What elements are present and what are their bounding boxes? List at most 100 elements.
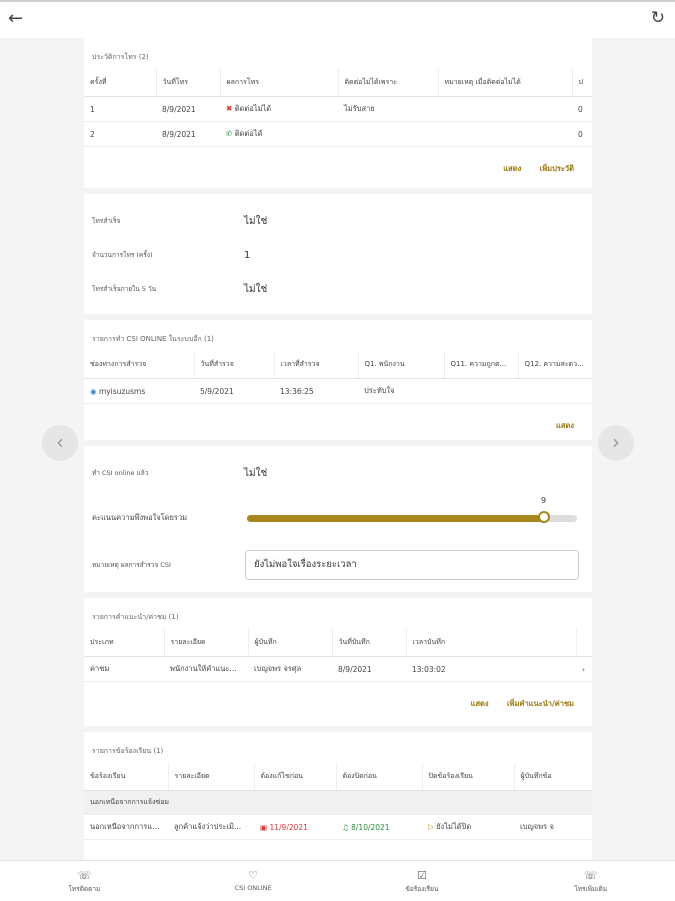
csi-remark-field[interactable]: ยังไม่พอใจเรื่องระยะเวลา [245,550,579,580]
column-header: วันที่สำรวจ [194,351,275,379]
chevron-right-icon[interactable]: › [576,656,592,682]
show-call-history-button[interactable]: แสดง [503,164,521,173]
bell-icon: ♫ [342,822,349,832]
survey-q1: ประทับใจ [358,378,444,404]
column-header: รายละเอียด [164,629,249,657]
prev-page-button[interactable]: ‹ [42,425,78,461]
column-header: เวลาที่สำรวจ [274,351,359,379]
add-advice-button[interactable]: เพิ่มคำแนะนำ/ค่าชม [507,699,574,708]
call-date: 8/9/2021 [156,121,220,147]
field-value: ไม่ใช่ [244,283,268,295]
column-header: หมายเหตุ เมื่อติดต่อไม่ได้ [438,69,573,97]
field-value: 1 [244,249,251,261]
column-header: ป [572,69,592,97]
refresh-icon[interactable]: ↻ [651,8,665,28]
table-row[interactable]: นอกเหนือจากการแจ้... ลูกค้าแจ้งว่าประเมิ… [84,814,592,840]
call-remark [438,96,572,122]
field-label: จำนวนการโทร (ครั้ง) [92,251,153,259]
complaints-table: ข้อร้องเรียน รายละเอียด ต้องแก้ไขก่อน ต้… [84,763,592,840]
show-csi-online-button[interactable]: แสดง [556,421,574,430]
csi-remark-row: หมายเหตุ ผลการสำรวจ CSI ยังไม่พอใจเรื่อง… [84,544,592,586]
csi-done-row: ทำ CSI online แล้ว ไม่ใช่ [84,454,592,492]
table-header-row: ครั้งที่ วันที่โทร ผลการโทร ติดต่อไม่ได้… [84,69,592,97]
back-arrow-icon[interactable]: ← [8,8,23,29]
call-date: 8/9/2021 [156,96,220,122]
column-header: ผู้บันทึกข้อ [514,763,592,791]
call-failed-icon: ✖ [226,104,233,113]
table-row[interactable]: ◉ myisuzusms 5/9/2021 13:36:25 ประทับใจ [84,378,592,404]
document-icon: ▷ [428,822,434,831]
phone-icon: ☏ [77,869,92,882]
field-label: คะแนนความพึงพอใจโดยรวม [92,513,188,522]
top-app-bar: ← ↻ [0,0,675,38]
phone-plus-icon: ☏ [583,869,598,882]
checklist-icon: ☑ [416,869,427,882]
complaint-detail: ลูกค้าแจ้งว่าประเมิ... [168,814,254,840]
csi-online-title: รายการทำ CSI ONLINE ในระบบอื่ก (1) [92,335,214,343]
show-advice-button[interactable]: แสดง [471,699,489,708]
call-history-actions: แสดง เพิ่มประวัติ [84,147,592,193]
complaint-close-by: 8/10/2021 [351,822,390,832]
satisfaction-row: คะแนนความพึงพอใจโดยรวม 9 [84,496,592,538]
column-header: ครั้งที่ [84,69,157,97]
advice-date: 8/9/2021 [332,656,406,682]
call-no: 2 [84,121,156,147]
call-extra: 0 [572,121,592,147]
slider-fill [247,514,544,522]
slider-value-label: 9 [541,495,547,505]
field-value: ไม่ใช่ [244,215,268,227]
next-page-button[interactable]: › [598,425,634,461]
column-header: Q11. ความถูกต... [444,351,519,379]
complaints-card: รายการข้อร้องเรียน (1) ข้อร้องเรียน รายล… [84,732,592,860]
table-header-row: ประเภท รายละเอียด ผู้บันทึก วันที่บันทึก… [84,629,592,657]
csi-online-card: รายการทำ CSI ONLINE ในระบบอื่ก (1) ช่องท… [84,320,592,440]
complaint-status: ยังไม่ได้ปิด [436,822,472,831]
csi-result-card: ทำ CSI online แล้ว ไม่ใช่ คะแนนความพึงพอ… [84,446,592,592]
advice-table: ประเภท รายละเอียด ผู้บันทึก วันที่บันทึก… [84,629,592,682]
add-call-history-button[interactable]: เพิ่มประวัติ [540,164,574,173]
advice-title: รายการคำแนะนำ/ค่าชม (1) [92,613,179,621]
nav-csi-online[interactable]: ♡ CSI ONLINE [169,861,338,901]
advice-card: รายการคำแนะนำ/ค่าชม (1) ประเภท รายละเอีย… [84,598,592,726]
table-row[interactable]: ค่าชม พนักงานให้คำแนะ... เบญจพร จรศุล 8/… [84,656,592,682]
call-reason: ไม่รับสาย [338,96,438,122]
column-header: ผลการโทร [220,69,339,97]
field-label: โทรสำเร็จภายใน 5 วัน [92,285,157,293]
column-header: Q12. ความสะดว... [518,351,592,379]
nav-label: โทรติดตาม [68,885,101,893]
call-success-5days-row: โทรสำเร็จภายใน 5 วัน ไม่ใช่ [84,272,592,306]
call-history-table: ครั้งที่ วันที่โทร ผลการโทร ติดต่อไม่ได้… [84,69,592,147]
table-row[interactable]: 2 8/9/2021 ✆ ติดต่อได้ 0 [84,121,592,147]
field-value: ไม่ใช่ [244,467,268,479]
nav-follow-up-call[interactable]: ☏ โทรติดตาม [0,861,169,901]
call-success-row: โทรสำเร็จ ไม่ใช่ [84,204,592,238]
field-label: ทำ CSI online แล้ว [92,469,149,477]
nav-label: ข้อร้องเรียน [405,885,439,893]
table-header-row: ข้อร้องเรียน รายละเอียด ต้องแก้ไขก่อน ต้… [84,763,592,791]
calendar-icon: ▣ [260,822,268,832]
nav-complaints[interactable]: ☑ ข้อร้องเรียน [338,861,507,901]
advice-detail: พนักงานให้คำแนะ... [164,656,248,682]
column-header: เวลาบันทึก [406,629,577,657]
column-header: ติดต่อไม่ได้เพราะ [338,69,439,97]
advice-recorder: เบญจพร จรศุล [248,656,332,682]
call-reason [338,121,438,147]
field-label: โทรสำเร็จ [92,217,121,225]
survey-q11 [444,378,518,404]
call-result: ติดต่อได้ [234,129,263,138]
nav-additional-call[interactable]: ☏ โทรเพิ่มเติม [506,861,675,901]
table-row[interactable]: 1 8/9/2021 ✖ ติดต่อไม่ได้ ไม่รับสาย 0 [84,96,592,122]
column-header: วันที่โทร [156,69,221,97]
satisfaction-slider[interactable]: 9 [247,496,577,523]
call-extra: 0 [572,96,592,122]
column-header: ประเภท [84,629,165,657]
heart-icon: ♡ [248,869,259,882]
advice-type: ค่าชม [84,656,164,682]
column-header: รายละเอียด [168,763,255,791]
survey-q12 [518,378,592,404]
advice-actions: แสดง เพิ่มคำแนะนำ/ค่าชม [84,682,592,728]
advice-time: 13:03:02 [406,656,576,682]
slider-thumb[interactable] [538,510,550,523]
nav-label: CSI ONLINE [234,884,272,892]
survey-date: 5/9/2021 [194,378,274,404]
